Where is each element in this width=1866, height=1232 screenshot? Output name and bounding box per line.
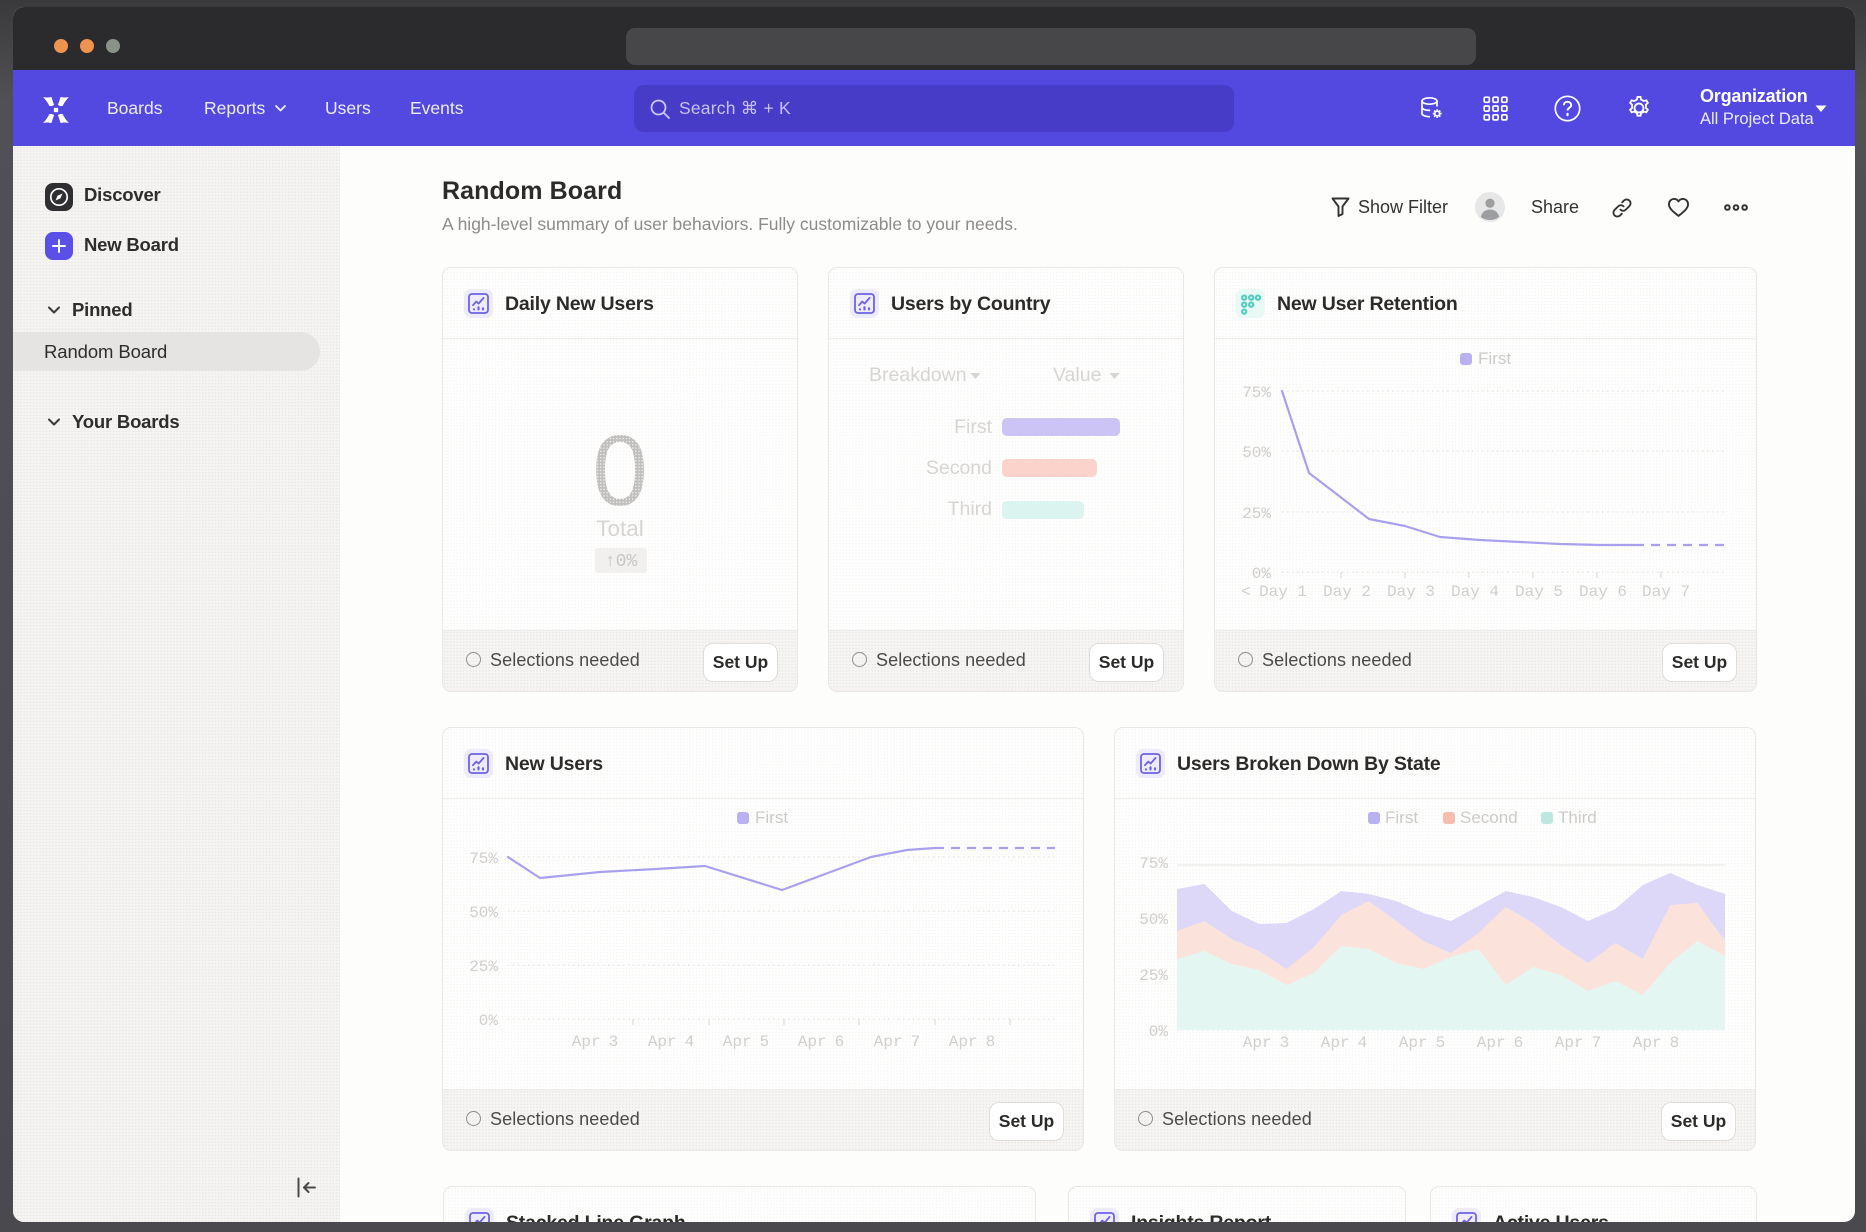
svg-text:Second: Second xyxy=(1460,808,1518,827)
svg-text:50%: 50% xyxy=(469,904,498,922)
svg-text:0%: 0% xyxy=(1252,565,1272,583)
svg-text:75%: 75% xyxy=(469,850,498,868)
svg-text:<: < xyxy=(1241,583,1251,601)
svg-text:50%: 50% xyxy=(1242,444,1271,462)
svg-text:0%: 0% xyxy=(479,1012,499,1030)
svg-text:Apr 8: Apr 8 xyxy=(1633,1034,1679,1052)
svg-text:Apr 6: Apr 6 xyxy=(798,1033,844,1051)
svg-text:Day 7: Day 7 xyxy=(1642,583,1690,601)
svg-text:Apr 4: Apr 4 xyxy=(648,1033,694,1051)
svg-text:75%: 75% xyxy=(1139,855,1168,873)
svg-text:Day 1: Day 1 xyxy=(1259,583,1307,601)
svg-text:25%: 25% xyxy=(1139,967,1168,985)
svg-text:25%: 25% xyxy=(469,958,498,976)
svg-text:25%: 25% xyxy=(1242,505,1271,523)
svg-text:Day 2: Day 2 xyxy=(1323,583,1371,601)
svg-text:0%: 0% xyxy=(1149,1023,1169,1041)
svg-text:First: First xyxy=(755,808,788,827)
svg-text:Day 5: Day 5 xyxy=(1515,583,1563,601)
svg-text:First: First xyxy=(1478,349,1511,368)
svg-text:50%: 50% xyxy=(1139,911,1168,929)
svg-text:Third: Third xyxy=(1558,808,1597,827)
svg-text:Apr 3: Apr 3 xyxy=(572,1033,618,1051)
svg-text:Apr 5: Apr 5 xyxy=(723,1033,769,1051)
svg-text:Apr 6: Apr 6 xyxy=(1477,1034,1523,1052)
svg-text:Apr 7: Apr 7 xyxy=(874,1033,920,1051)
svg-text:75%: 75% xyxy=(1242,384,1271,402)
svg-text:Apr 8: Apr 8 xyxy=(949,1033,995,1051)
svg-text:Apr 3: Apr 3 xyxy=(1243,1034,1289,1052)
svg-text:Day 6: Day 6 xyxy=(1579,583,1627,601)
svg-text:First: First xyxy=(1385,808,1418,827)
svg-text:Apr 4: Apr 4 xyxy=(1321,1034,1367,1052)
svg-text:Day 4: Day 4 xyxy=(1451,583,1499,601)
svg-text:Apr 5: Apr 5 xyxy=(1399,1034,1445,1052)
svg-text:Apr 7: Apr 7 xyxy=(1555,1034,1601,1052)
svg-text:Day 3: Day 3 xyxy=(1387,583,1435,601)
